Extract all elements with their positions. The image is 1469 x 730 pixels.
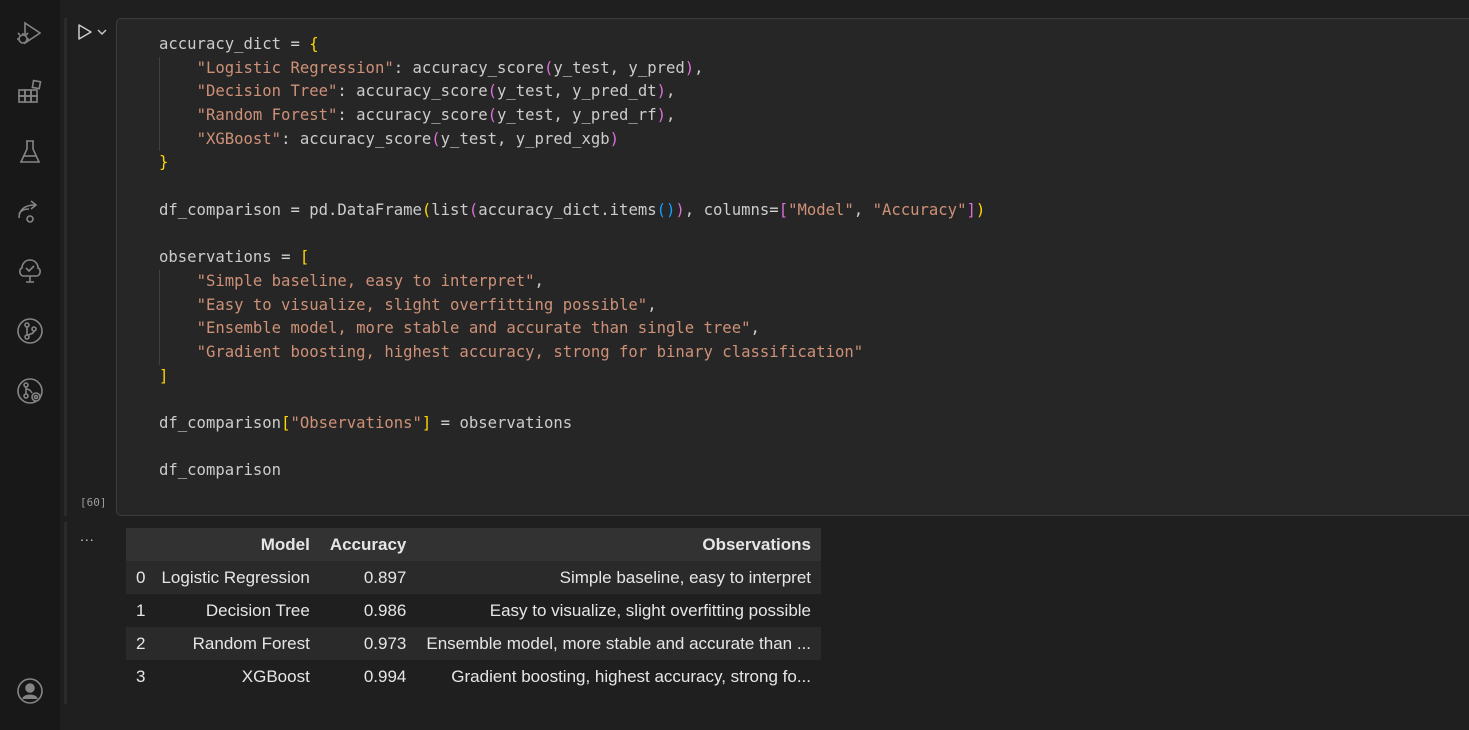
code-line: "Gradient boosting, highest accuracy, st… [159,340,985,365]
code-line: "Simple baseline, easy to interpret", [159,269,985,294]
table-row: 1 Decision Tree 0.986 Easy to visualize,… [126,594,821,627]
code-cell[interactable]: accuracy_dict = { "Logistic Regression":… [116,18,1469,516]
accuracy-cell: 0.986 [363,600,407,620]
run-debug-icon[interactable] [13,16,47,50]
observations-column-header: Observations [702,534,811,554]
notebook-editor: [60] accuracy_dict = { "Logistic Regress… [60,0,1469,730]
code-line: df_comparison [159,461,282,480]
table-row: 3 XGBoost 0.994 Gradient boosting, highe… [126,660,821,693]
run-cell-button[interactable] [76,23,94,41]
model-cell: XGBoost [241,666,310,686]
code-line: "Logistic Regression": accuracy_score(y_… [159,56,985,81]
row-index: 2 [136,633,146,653]
accuracy-column-header: Accuracy [329,534,407,554]
row-index: 3 [136,666,146,686]
accuracy-cell: 0.897 [363,567,407,587]
observations-cell: Gradient boosting, highest accuracy, str… [451,666,811,686]
source-control-icon[interactable] [13,314,47,348]
observations-cell: Ensemble model, more stable and accurate… [426,633,811,653]
run-cell-controls [76,22,108,42]
code-editor[interactable]: accuracy_dict = { "Logistic Regression":… [159,33,985,483]
model-cell: Decision Tree [205,600,310,620]
row-index: 0 [136,567,146,587]
account-icon[interactable] [13,674,47,708]
execution-count: [60] [80,496,107,509]
git-graph-icon[interactable] [13,374,47,408]
code-line: } [159,153,169,172]
table-header-row: Model Accuracy Observations [126,528,821,561]
model-column-header: Model [260,534,310,554]
code-line: df_comparison = pd.DataFrame(list(accura… [159,200,986,219]
accuracy-cell: 0.973 [363,633,407,653]
output-focus-indicator [64,522,67,704]
table-row: 0 Logistic Regression 0.897 Simple basel… [126,561,821,594]
extensions-icon[interactable] [13,75,47,109]
code-line: "Decision Tree": accuracy_score(y_test, … [159,80,985,105]
code-line: "XGBoost": accuracy_score(y_test, y_pred… [159,127,985,152]
code-line: "Easy to visualize, slight overfitting p… [159,293,985,318]
chevron-down-icon[interactable] [96,26,108,38]
code-line: df_comparison["Observations"] = observat… [159,414,573,432]
activity-bar [0,0,60,730]
code-line: "Ensemble model, more stable and accurat… [159,317,985,341]
code-line: "Random Forest": accuracy_score(y_test, … [159,104,985,128]
model-cell: Logistic Regression [161,567,310,587]
dataframe-output-table: Model Accuracy Observations 0 Logistic R… [126,528,821,693]
table-row: 2 Random Forest 0.973 Ensemble model, mo… [126,627,821,660]
row-index: 1 [136,600,146,620]
observations-cell: Simple baseline, easy to interpret [559,567,811,587]
remote-explorer-icon[interactable] [13,194,47,228]
testing-icon[interactable] [13,135,47,169]
code-line: observations = [ [159,248,310,267]
code-line: ] [159,366,169,385]
cell-focus-indicator [64,18,67,516]
index-header [126,528,151,561]
accuracy-cell: 0.994 [363,666,407,686]
model-cell: Random Forest [192,633,310,653]
observations-cell: Easy to visualize, slight overfitting po… [489,600,811,620]
output-more-actions-button[interactable]: ... [80,528,95,544]
code-line: accuracy_dict = { [159,35,319,53]
tree-check-icon[interactable] [13,254,47,288]
